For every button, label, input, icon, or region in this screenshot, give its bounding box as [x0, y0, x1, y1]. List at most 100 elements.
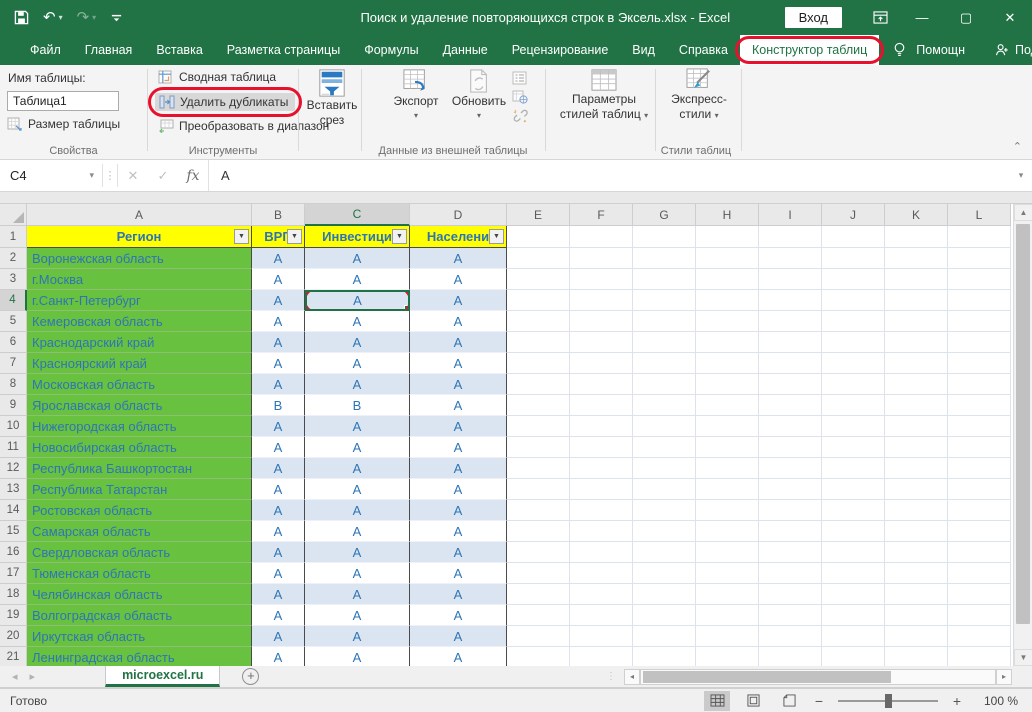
value-cell[interactable]: А	[410, 605, 507, 626]
empty-cell[interactable]	[507, 248, 570, 269]
empty-cell[interactable]	[822, 290, 885, 311]
horizontal-scroll-thumb[interactable]	[643, 671, 891, 683]
empty-cell[interactable]	[885, 353, 948, 374]
empty-cell[interactable]	[696, 269, 759, 290]
region-cell[interactable]: Волгоградская область	[27, 605, 252, 626]
page-layout-view-icon[interactable]	[740, 691, 766, 711]
empty-cell[interactable]	[948, 626, 1011, 647]
column-header-E[interactable]: E	[507, 204, 570, 226]
empty-cell[interactable]	[885, 626, 948, 647]
value-cell[interactable]: В	[305, 395, 410, 416]
region-cell[interactable]: Челябинская область	[27, 584, 252, 605]
value-cell[interactable]: А	[305, 269, 410, 290]
empty-cell[interactable]	[696, 521, 759, 542]
region-cell[interactable]: Кемеровская область	[27, 311, 252, 332]
empty-cell[interactable]	[570, 353, 633, 374]
ribbon-tab-6[interactable]: Рецензирование	[500, 35, 621, 65]
value-cell[interactable]: А	[410, 311, 507, 332]
empty-cell[interactable]	[633, 226, 696, 248]
pivot-table-button[interactable]: Сводная таблица	[158, 70, 276, 84]
value-cell[interactable]: А	[252, 311, 305, 332]
value-cell[interactable]: А	[252, 416, 305, 437]
collapse-ribbon-icon[interactable]: ⌃	[1013, 140, 1022, 153]
empty-cell[interactable]	[696, 584, 759, 605]
empty-cell[interactable]	[696, 395, 759, 416]
empty-cell[interactable]	[948, 500, 1011, 521]
empty-cell[interactable]	[948, 353, 1011, 374]
empty-cell[interactable]	[948, 290, 1011, 311]
cancel-icon[interactable]: ✕	[118, 168, 148, 184]
empty-cell[interactable]	[822, 374, 885, 395]
empty-cell[interactable]	[759, 647, 822, 666]
row-number-9[interactable]: 9	[0, 395, 27, 416]
empty-cell[interactable]	[507, 521, 570, 542]
empty-cell[interactable]	[570, 605, 633, 626]
empty-cell[interactable]	[759, 248, 822, 269]
empty-cell[interactable]	[507, 437, 570, 458]
value-cell[interactable]: А	[305, 374, 410, 395]
empty-cell[interactable]	[885, 500, 948, 521]
empty-cell[interactable]	[633, 437, 696, 458]
region-cell[interactable]: Иркутская область	[27, 626, 252, 647]
value-cell[interactable]: А	[252, 248, 305, 269]
save-icon[interactable]	[14, 10, 29, 25]
value-cell[interactable]: А	[410, 542, 507, 563]
row-number-11[interactable]: 11	[0, 437, 27, 458]
open-in-browser-icon[interactable]	[512, 90, 528, 104]
empty-cell[interactable]	[948, 248, 1011, 269]
filter-button[interactable]: ▼	[287, 229, 302, 244]
empty-cell[interactable]	[570, 563, 633, 584]
value-cell[interactable]: А	[252, 332, 305, 353]
empty-cell[interactable]	[822, 437, 885, 458]
row-number-6[interactable]: 6	[0, 332, 27, 353]
scroll-down-icon[interactable]: ▼	[1014, 649, 1032, 666]
empty-cell[interactable]	[507, 479, 570, 500]
empty-cell[interactable]	[885, 332, 948, 353]
maximize-button[interactable]: ▢	[944, 0, 988, 35]
empty-cell[interactable]	[696, 458, 759, 479]
value-cell[interactable]: А	[305, 584, 410, 605]
empty-cell[interactable]	[948, 416, 1011, 437]
value-cell[interactable]: А	[305, 563, 410, 584]
empty-cell[interactable]	[948, 458, 1011, 479]
empty-cell[interactable]	[507, 290, 570, 311]
empty-cell[interactable]	[759, 332, 822, 353]
empty-cell[interactable]	[822, 626, 885, 647]
empty-cell[interactable]	[822, 248, 885, 269]
empty-cell[interactable]	[759, 458, 822, 479]
scroll-up-icon[interactable]: ▲	[1014, 204, 1032, 221]
empty-cell[interactable]	[570, 458, 633, 479]
tell-me-button[interactable]: Помощн	[893, 42, 965, 58]
value-cell[interactable]: А	[410, 353, 507, 374]
table-header-cell[interactable]: ВРП▼	[252, 226, 305, 248]
empty-cell[interactable]	[570, 500, 633, 521]
column-header-L[interactable]: L	[948, 204, 1011, 226]
region-cell[interactable]: Свердловская область	[27, 542, 252, 563]
ribbon-tab-0[interactable]: Файл	[18, 35, 73, 65]
value-cell[interactable]: А	[305, 458, 410, 479]
value-cell[interactable]: А	[252, 605, 305, 626]
add-sheet-button[interactable]: +	[242, 668, 259, 685]
region-cell[interactable]: Ярославская область	[27, 395, 252, 416]
empty-cell[interactable]	[885, 374, 948, 395]
filter-button[interactable]: ▼	[392, 229, 407, 244]
empty-cell[interactable]	[885, 563, 948, 584]
insert-function-icon[interactable]: fx	[178, 168, 208, 184]
empty-cell[interactable]	[570, 521, 633, 542]
value-cell[interactable]: А	[252, 542, 305, 563]
scroll-right-icon[interactable]: ▸	[996, 669, 1012, 685]
column-header-I[interactable]: I	[759, 204, 822, 226]
row-number-8[interactable]: 8	[0, 374, 27, 395]
value-cell[interactable]: А	[410, 563, 507, 584]
value-cell[interactable]: А	[410, 395, 507, 416]
filter-button[interactable]: ▼	[234, 229, 249, 244]
empty-cell[interactable]	[696, 226, 759, 248]
value-cell[interactable]: А	[252, 521, 305, 542]
value-cell[interactable]: А	[252, 353, 305, 374]
empty-cell[interactable]	[507, 500, 570, 521]
value-cell[interactable]: А	[252, 626, 305, 647]
empty-cell[interactable]	[696, 542, 759, 563]
empty-cell[interactable]	[633, 248, 696, 269]
undo-button[interactable]: ↶▾	[43, 10, 63, 25]
empty-cell[interactable]	[633, 374, 696, 395]
